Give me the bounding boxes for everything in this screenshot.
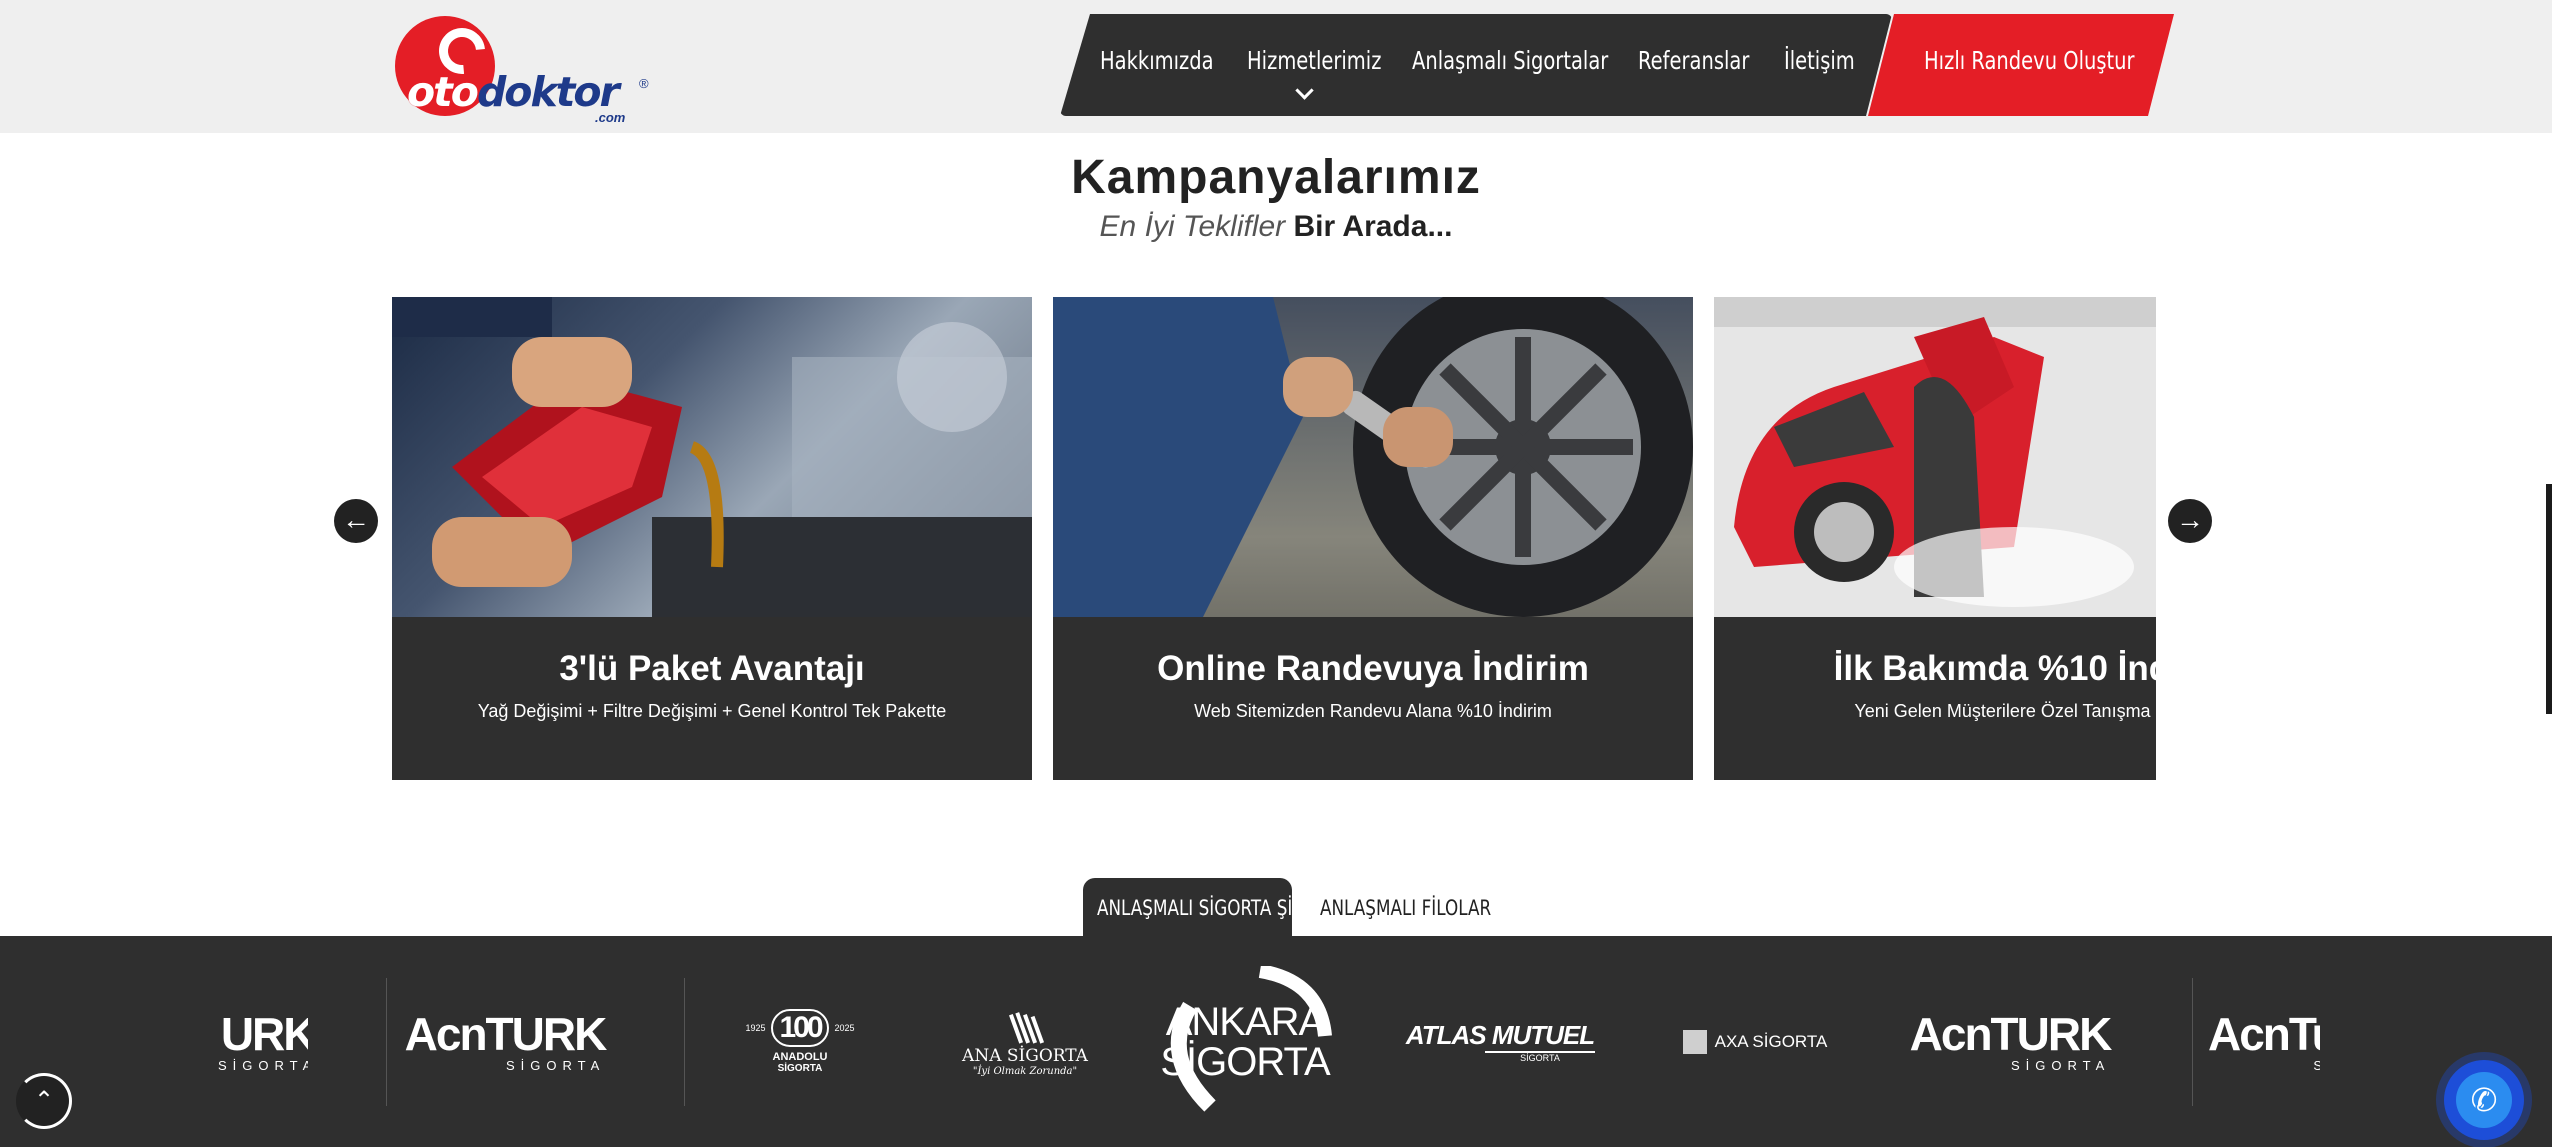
campaign-card-title: 3'lü Paket Avantajı [559, 649, 865, 688]
phone-icon: ✆ [2456, 1072, 2512, 1128]
acnturk-wordmark: AcnTURK SİGORTA [404, 1008, 608, 1073]
acnturk-wordmark: AcnTuSİ [2208, 1008, 2320, 1072]
ana-sigorta-name: ANA SİGORTA [962, 1046, 1088, 1066]
tab-fleets[interactable]: ANLAŞMALI FİLOLAR [1318, 878, 1518, 936]
campaign-carousel: 3'lü Paket Avantajı Yağ Değişimi + Filtr… [392, 297, 2156, 780]
campaigns-subtitle: En İyi Teklifler Bir Arada... [0, 210, 2552, 244]
arrow-right-icon: → [2176, 504, 2204, 535]
nav-iletisim[interactable]: İletişim [1784, 46, 1855, 75]
nav-hakkimizda[interactable]: Hakkımızda [1100, 46, 1214, 75]
anadolu-sub: SİGORTA [777, 1063, 823, 1074]
side-edge-bar [2546, 484, 2552, 714]
partner-logo-anadolu[interactable]: 1925 100 2025 ANADOLU SİGORTA [730, 936, 870, 1147]
ana-sigorta-emblem-icon [1009, 1012, 1045, 1044]
ana-sigorta-slogan: "İyi Olmak Zorunda" [972, 1066, 1078, 1077]
partner-logo-axa[interactable]: AXA SİGORTA [1680, 936, 1830, 1147]
oil-change-illustration [392, 297, 1032, 617]
tab-fleets-label: ANLAŞMALI FİLOLAR [1320, 896, 1492, 920]
anadolu-emblem: 1925 100 2025 [745, 1009, 855, 1047]
campaigns-title: Kampanyalarımız [1071, 151, 1481, 204]
partner-logo-ana-sigorta[interactable]: ANA SİGORTA "İyi Olmak Zorunda" [955, 936, 1095, 1147]
tab-insurance-companies[interactable]: ANLAŞMALI SİGORTA ŞİR. [1083, 878, 1309, 936]
chevron-up-icon: ⌃ [33, 1087, 55, 1114]
divider [386, 978, 387, 1106]
quick-appointment-button[interactable]: Hızlı Randevu Oluştur [1868, 14, 2174, 116]
nav-hizmetlerimiz[interactable]: Hizmetlerimiz [1247, 46, 1381, 75]
subtitle-bold: Bir Arada... [1293, 210, 1453, 243]
ankara-wordmark: ANKARA SİGORTA [1160, 999, 1330, 1084]
scroll-to-top-button[interactable]: ⌃ [16, 1073, 72, 1129]
atlas-wordmark: ATLAS MUTUEL [1405, 1020, 1595, 1050]
partner-logo-acnturk[interactable]: URK SİGORTA [218, 936, 308, 1147]
quick-appointment-label: Hızlı Randevu Oluştur [1924, 46, 2135, 75]
campaign-card-desc: Yağ Değişimi + Filtre Değişimi + Genel K… [477, 701, 947, 721]
partner-logo-atlas-mutuel[interactable]: ATLAS MUTUEL SİGORTA [1400, 936, 1600, 1147]
logo-com: .com [595, 110, 626, 125]
logo-wordmark: otodoktor [407, 68, 620, 116]
anadolu-name: ANADOLU [772, 1051, 828, 1063]
axa-name: AXA SİGORTA [1714, 1031, 1828, 1051]
partner-logo-acnturk[interactable]: AcnTuSİ [2208, 936, 2320, 1147]
arrow-left-icon: ← [342, 504, 370, 535]
car-cleaning-illustration [1714, 297, 2156, 617]
partner-logo-acnturk[interactable]: AcnTURK SİGORTA [1905, 936, 2115, 1147]
axa-square-icon [1682, 1029, 1707, 1054]
acnturk-wordmark: URK SİGORTA [218, 1008, 308, 1073]
carousel-next-button[interactable]: → [2168, 499, 2212, 543]
campaign-card[interactable]: İlk Bakımda %10 İndirim Yeni Gelen Müşte… [1714, 297, 2156, 780]
logo-registered: ® [639, 76, 649, 91]
campaign-card-title: İlk Bakımda %10 İndirim [1833, 649, 2156, 688]
oil-change-image [392, 297, 1032, 617]
carousel-prev-button[interactable]: ← [334, 499, 378, 543]
main-nav: Hakkımızda Hizmetlerimiz Anlaşmalı Sigor… [1060, 14, 1892, 116]
tab-insurance-companies-label: ANLAŞMALI SİGORTA ŞİR. [1097, 896, 1309, 920]
tire-change-image [1053, 297, 1693, 617]
acnturk-wordmark: AcnTURK SİGORTA [1909, 1008, 2113, 1073]
campaign-card-desc: Yeni Gelen Müşterilere Özel Tanışma İndi… [1854, 701, 2156, 721]
campaign-card-desc: Web Sitemizden Randevu Alana %10 İndirim [1194, 701, 1552, 721]
partner-logo-acnturk[interactable]: AcnTURK SİGORTA [400, 936, 610, 1147]
car-cleaning-image [1714, 297, 2156, 617]
site-header: otodoktor ® .com Hakkımızda Hizmetlerimi… [0, 0, 2552, 133]
campaign-card-title: Online Randevuya İndirim [1157, 649, 1589, 688]
atlas-sub: SİGORTA [1485, 1051, 1595, 1063]
campaign-card[interactable]: 3'lü Paket Avantajı Yağ Değişimi + Filtr… [392, 297, 1032, 780]
call-button[interactable]: ✆ [2444, 1060, 2524, 1140]
subtitle-italic: En İyi Teklifler [1099, 210, 1286, 243]
divider [2192, 978, 2193, 1106]
otodoktor-logo[interactable]: otodoktor ® .com [395, 16, 650, 125]
tire-change-illustration [1053, 297, 1693, 617]
campaign-card[interactable]: Online Randevuya İndirim Web Sitemizden … [1053, 297, 1693, 780]
divider [684, 978, 685, 1106]
partner-logos-band: URK SİGORTA AcnTURK SİGORTA 1925 100 2025 … [0, 936, 2552, 1147]
partner-logo-ankara-sigorta[interactable]: ANKARA SİGORTA [1150, 936, 1340, 1147]
nav-anlasmali-sigortalar[interactable]: Anlaşmalı Sigortalar [1412, 46, 1608, 75]
nav-referanslar[interactable]: Referanslar [1638, 46, 1749, 75]
